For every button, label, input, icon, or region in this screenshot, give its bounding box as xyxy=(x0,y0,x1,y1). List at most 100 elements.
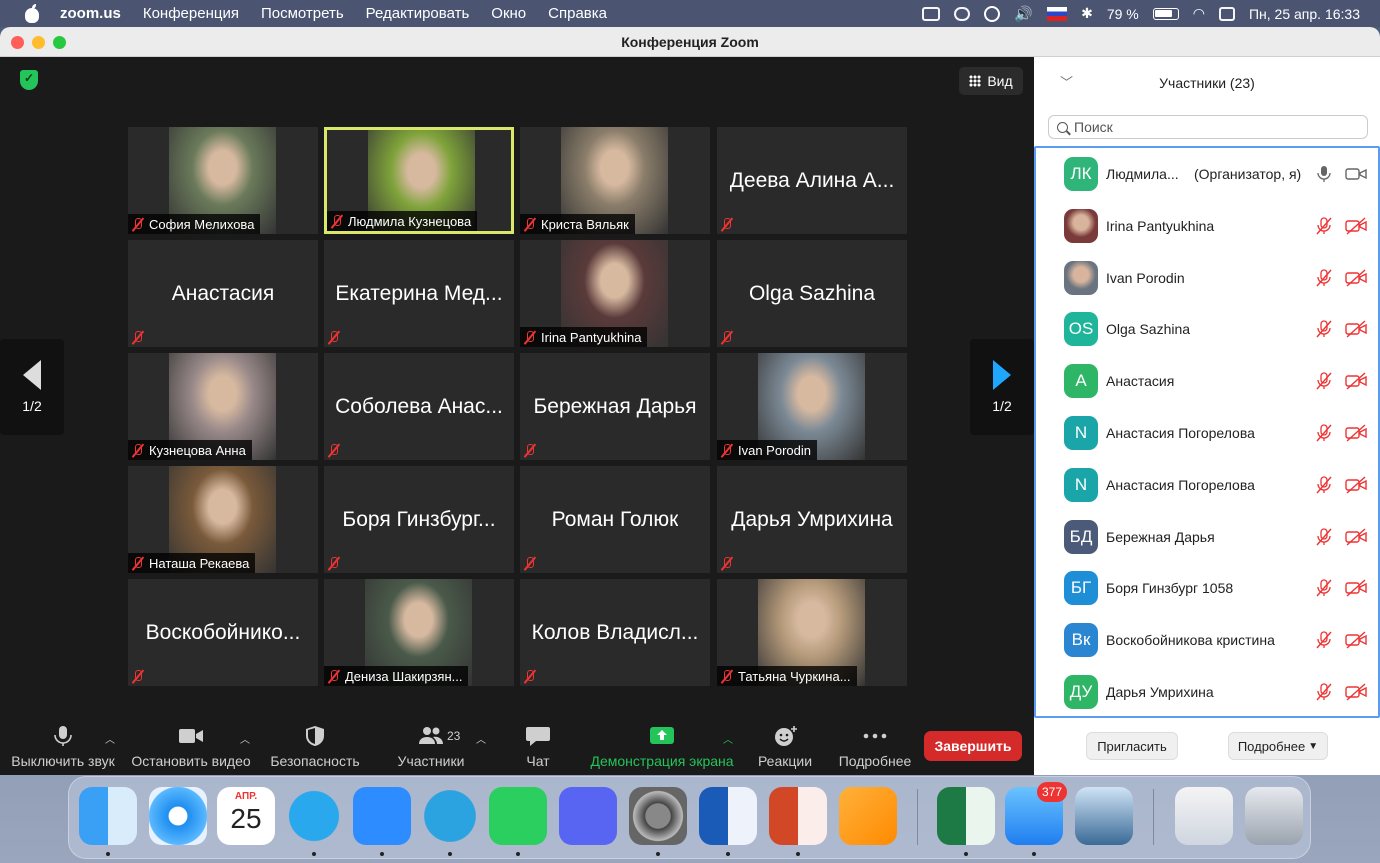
finder-icon[interactable] xyxy=(79,787,137,845)
video-tile[interactable]: Криста Вяльяк xyxy=(520,127,710,234)
participant-row[interactable]: ДУ Дарья Умрихина xyxy=(1036,666,1378,716)
muted-microphone-icon[interactable] xyxy=(1315,320,1333,338)
word-icon[interactable] xyxy=(699,787,757,845)
close-window-button[interactable] xyxy=(11,36,24,49)
video-tile[interactable]: Ivan Porodin xyxy=(717,353,907,460)
wifi-icon[interactable]: ◠ xyxy=(1193,5,1205,22)
video-off-icon[interactable] xyxy=(1345,631,1367,649)
camera-icon[interactable] xyxy=(1345,165,1367,183)
participant-row[interactable]: Ivan Porodin xyxy=(1036,252,1378,304)
video-tile[interactable]: Воскобойнико... xyxy=(128,579,318,686)
view-button[interactable]: Вид xyxy=(959,67,1023,95)
microphone-icon[interactable] xyxy=(1315,165,1333,183)
screen-record-icon[interactable] xyxy=(954,6,971,21)
clock[interactable]: Пн, 25 апр. 16:33 xyxy=(1249,6,1360,22)
participant-row[interactable]: Irina Pantyukhina xyxy=(1036,200,1378,252)
participant-row[interactable]: N Анастасия Погорелова xyxy=(1036,407,1378,459)
end-meeting-button[interactable]: Завершить xyxy=(924,731,1022,761)
participants-options-chevron-icon[interactable]: ︿ xyxy=(476,731,486,746)
more-button[interactable]: Подробнее xyxy=(836,717,914,775)
prev-page-button[interactable]: 1/2 xyxy=(0,339,64,435)
participants-list[interactable]: ЛК Людмила... (Организатор, я) Irina Pantyu… xyxy=(1034,146,1380,718)
share-screen-button[interactable]: Демонстрация экрана xyxy=(588,717,736,775)
video-tile[interactable]: Дарья Умрихина xyxy=(717,466,907,573)
participant-row[interactable]: БД Бережная Дарья xyxy=(1036,511,1378,563)
video-tile[interactable]: Деева Алина А... xyxy=(717,127,907,234)
play-icon[interactable] xyxy=(984,5,1001,22)
video-tile[interactable]: Боря Гинзбург... xyxy=(324,466,514,573)
system-preferences-icon[interactable] xyxy=(629,787,687,845)
menu-help[interactable]: Справка xyxy=(548,5,607,22)
video-tile[interactable]: Наташа Рекаева xyxy=(128,466,318,573)
video-tile[interactable]: Бережная Дарья xyxy=(520,353,710,460)
muted-microphone-icon[interactable] xyxy=(1315,527,1333,546)
video-tile[interactable]: Татьяна Чуркина... xyxy=(717,579,907,686)
muted-microphone-icon[interactable] xyxy=(1315,268,1333,287)
muted-microphone-icon[interactable] xyxy=(1315,372,1333,390)
muted-microphone-icon[interactable] xyxy=(1315,424,1333,442)
zoom-icon[interactable] xyxy=(353,787,411,845)
participant-row[interactable]: ЛК Людмила... (Организатор, я) xyxy=(1036,148,1378,200)
preview-icon[interactable] xyxy=(1075,787,1133,845)
reactions-button[interactable]: Реакции xyxy=(754,717,816,775)
participant-row[interactable]: БГ Боря Гинзбург 1058 xyxy=(1036,562,1378,614)
whatsapp-icon[interactable] xyxy=(489,787,547,845)
participants-more-button[interactable]: Подробнее ▼ xyxy=(1228,732,1328,760)
muted-microphone-icon[interactable] xyxy=(1315,476,1333,494)
video-options-chevron-icon[interactable]: ︿ xyxy=(240,731,250,746)
battery-icon[interactable] xyxy=(1152,7,1179,20)
video-tile[interactable]: Людмила Кузнецова xyxy=(324,127,514,234)
zoom-status-icon[interactable] xyxy=(922,6,941,21)
video-tile[interactable]: Соболева Анас... xyxy=(324,353,514,460)
video-off-icon[interactable] xyxy=(1345,372,1367,390)
calendar-icon[interactable]: АПР. 25 xyxy=(217,787,275,845)
muted-microphone-icon[interactable] xyxy=(1315,631,1333,649)
pages-icon[interactable] xyxy=(839,787,897,845)
participant-row[interactable]: Вк Воскобойникова кристина xyxy=(1036,614,1378,666)
invite-button[interactable]: Пригласить xyxy=(1086,732,1178,760)
chat-button[interactable]: Чат xyxy=(512,717,564,775)
menu-edit[interactable]: Редактировать xyxy=(366,5,470,22)
mute-options-chevron-icon[interactable]: ︿ xyxy=(105,731,115,746)
volume-icon[interactable]: 🔊 xyxy=(1014,5,1033,23)
menu-view[interactable]: Посмотреть xyxy=(261,5,344,22)
next-page-button[interactable]: 1/2 xyxy=(970,339,1034,435)
participants-button[interactable]: Участники xyxy=(394,717,468,775)
bluetooth-icon[interactable]: ✱ xyxy=(1081,5,1093,22)
minimize-window-button[interactable] xyxy=(32,36,45,49)
video-off-icon[interactable] xyxy=(1345,683,1367,701)
excel-icon[interactable] xyxy=(937,787,995,845)
video-off-icon[interactable] xyxy=(1345,476,1367,494)
video-off-icon[interactable] xyxy=(1345,528,1367,546)
muted-microphone-icon[interactable] xyxy=(1315,579,1333,597)
trash-icon[interactable] xyxy=(1245,787,1303,845)
powerpoint-icon[interactable] xyxy=(769,787,827,845)
encryption-shield-icon[interactable] xyxy=(20,70,38,90)
menu-app-name[interactable]: zoom.us xyxy=(60,5,121,22)
video-tile[interactable]: Колов Владисл... xyxy=(520,579,710,686)
menu-window[interactable]: Окно xyxy=(491,5,526,22)
video-off-icon[interactable] xyxy=(1345,269,1367,287)
share-options-chevron-icon[interactable]: ︿ xyxy=(723,731,733,746)
muted-microphone-icon[interactable] xyxy=(1315,217,1333,235)
stop-video-button[interactable]: Остановить видео xyxy=(130,717,252,775)
video-tile[interactable]: Анастасия xyxy=(128,240,318,347)
mute-button[interactable]: Выключить звук xyxy=(10,717,116,775)
video-off-icon[interactable] xyxy=(1345,579,1367,597)
video-off-icon[interactable] xyxy=(1345,320,1367,338)
control-center-icon[interactable] xyxy=(1218,6,1235,21)
video-off-icon[interactable] xyxy=(1345,217,1367,235)
video-tile[interactable]: София Мелихова xyxy=(128,127,318,234)
video-tile[interactable]: Дениза Шакирзян... xyxy=(324,579,514,686)
video-tile[interactable]: Irina Pantyukhina xyxy=(520,240,710,347)
participant-row[interactable]: OS Olga Sazhina xyxy=(1036,303,1378,355)
video-tile[interactable]: Olga Sazhina xyxy=(717,240,907,347)
video-off-icon[interactable] xyxy=(1345,424,1367,442)
video-tile[interactable]: Кузнецова Анна xyxy=(128,353,318,460)
video-tile[interactable]: Роман Голюк xyxy=(520,466,710,573)
apple-icon[interactable] xyxy=(22,3,42,24)
participant-row[interactable]: А Анастасия xyxy=(1036,355,1378,407)
document-stack-icon[interactable] xyxy=(1175,787,1233,845)
discord-icon[interactable] xyxy=(559,787,617,845)
menu-conference[interactable]: Конференция xyxy=(143,5,239,22)
